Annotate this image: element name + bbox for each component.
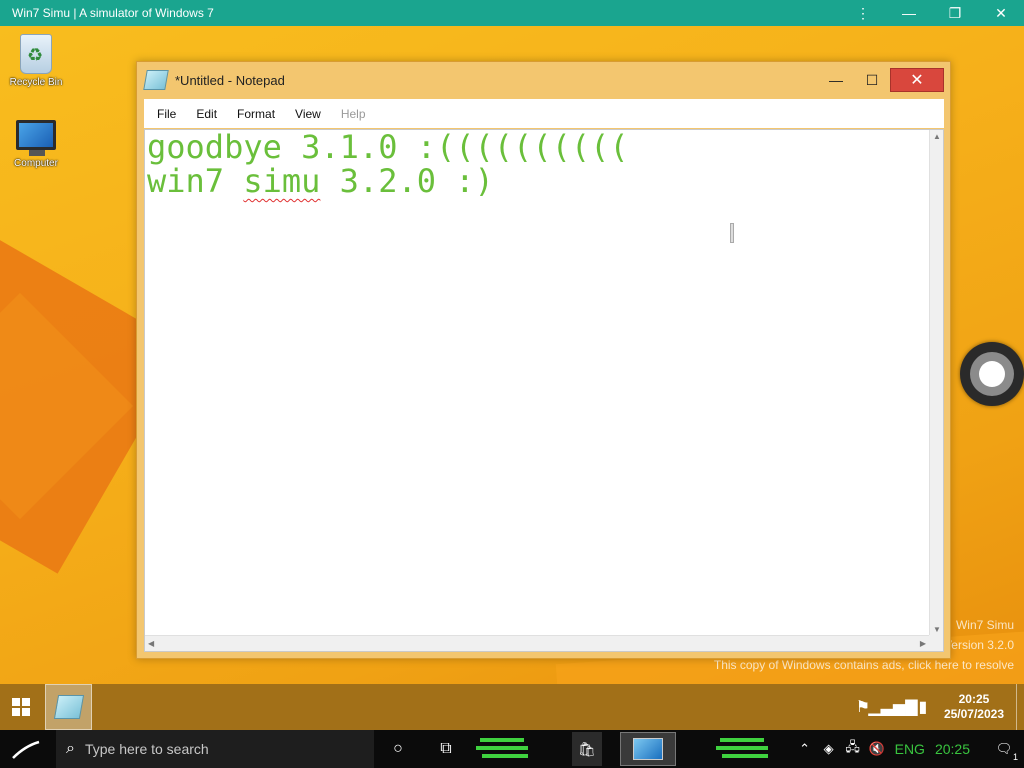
close-button[interactable]: ✕ bbox=[890, 68, 944, 92]
desktop-icon-label: Recycle Bin bbox=[9, 77, 63, 88]
text-line-2-start: win7 bbox=[147, 162, 244, 200]
watermark-title: Win7 Simu bbox=[955, 618, 1014, 632]
menu-file[interactable]: File bbox=[147, 107, 186, 121]
scroll-up-icon[interactable]: ▲ bbox=[933, 132, 941, 141]
notification-count: 1 bbox=[1012, 752, 1018, 762]
computer-icon bbox=[16, 120, 56, 156]
host-system-tray: ⌃ ◈ 🖧 🔇 ENG 20:25 🗨 1 bbox=[793, 730, 1024, 768]
system-tray: ⚑ ▁▃▅▇ ▮ 20:25 25/07/2023 bbox=[848, 684, 1024, 730]
text-line-1: goodbye 3.1.0 :(((((((((( bbox=[147, 130, 629, 166]
menu-format[interactable]: Format bbox=[227, 107, 285, 121]
task-view-icon[interactable]: ⧉ bbox=[432, 730, 460, 768]
search-icon: ⌕ bbox=[66, 740, 75, 757]
decor-lines-right bbox=[716, 736, 776, 762]
search-placeholder: Type here to search bbox=[84, 741, 209, 757]
watermark-version: Version 3.2.0 bbox=[943, 638, 1014, 652]
menu-help[interactable]: Help bbox=[331, 107, 376, 121]
scroll-left-icon[interactable]: ◀ bbox=[148, 639, 154, 648]
desktop-icon-recycle-bin[interactable]: Recycle Bin bbox=[0, 34, 72, 88]
taskbar-app-notepad[interactable] bbox=[45, 684, 92, 730]
host-clock[interactable]: 20:25 bbox=[931, 741, 984, 757]
clock-time: 20:25 bbox=[958, 692, 990, 706]
decor-lines-left bbox=[476, 736, 536, 762]
windows-logo-icon bbox=[12, 698, 30, 716]
menu-edit[interactable]: Edit bbox=[186, 107, 227, 121]
search-box[interactable]: ⌕ Type here to search bbox=[56, 730, 374, 768]
notification-center-icon[interactable]: 🗨 1 bbox=[984, 730, 1024, 768]
start-button[interactable] bbox=[0, 684, 42, 730]
text-editor[interactable]: goodbye 3.1.0 :(((((((((( win7 simu 3.2.… bbox=[144, 129, 944, 652]
network-icon[interactable]: 🖧 bbox=[841, 730, 865, 768]
watermark-activation-link[interactable]: This copy of Windows contains ads, click… bbox=[714, 658, 1014, 672]
minimize-icon[interactable]: — bbox=[886, 0, 932, 26]
clock-date: 25/07/2023 bbox=[943, 707, 1004, 721]
volume-muted-icon[interactable]: 🔇 bbox=[865, 730, 889, 768]
battery-icon[interactable]: ▮ bbox=[908, 684, 938, 730]
host-taskbar: ⌕ Type here to search ○ ⧉ 🛍 ⌃ ◈ 🖧 🔇 ENG … bbox=[0, 730, 1024, 768]
editor-text[interactable]: goodbye 3.1.0 :(((((((((( win7 simu 3.2.… bbox=[147, 130, 927, 636]
show-desktop-button[interactable] bbox=[1016, 684, 1024, 730]
brand-swoosh-icon bbox=[12, 740, 40, 759]
signal-icon[interactable]: ▁▃▅▇ bbox=[868, 684, 917, 730]
store-icon: 🛍 bbox=[578, 740, 596, 757]
scroll-corner bbox=[929, 635, 943, 651]
restore-icon[interactable]: ❐ bbox=[932, 0, 978, 26]
cortana-icon[interactable]: ○ bbox=[384, 730, 412, 768]
kebab-menu-icon[interactable]: ⋮ bbox=[840, 0, 886, 26]
notepad-title-bar[interactable]: *Untitled - Notepad — ☐ ✕ bbox=[137, 62, 950, 98]
armoury-icon[interactable]: ◈ bbox=[817, 730, 841, 768]
assistive-ring bbox=[970, 352, 1014, 396]
menu-view[interactable]: View bbox=[285, 107, 331, 121]
scroll-down-icon[interactable]: ▼ bbox=[933, 625, 941, 634]
recycle-bin-icon bbox=[20, 34, 52, 74]
misspelled-word: simu bbox=[243, 162, 321, 200]
host-title: Win7 Simu | A simulator of Windows 7 bbox=[12, 6, 214, 20]
show-hidden-icons-icon[interactable]: ⌃ bbox=[793, 730, 817, 768]
minimize-icon[interactable]: — bbox=[818, 68, 854, 92]
desktop-icon-label: Computer bbox=[14, 158, 58, 169]
taskbar-app-win7simu[interactable] bbox=[620, 732, 676, 766]
assistive-touch-button[interactable] bbox=[960, 342, 1024, 406]
simulated-taskbar: ⚑ ▁▃▅▇ ▮ 20:25 25/07/2023 bbox=[0, 684, 1024, 730]
text-line-2-end: 3.2.0 :) bbox=[320, 162, 494, 200]
close-icon[interactable]: ✕ bbox=[978, 0, 1024, 26]
notepad-window[interactable]: *Untitled - Notepad — ☐ ✕ File Edit Form… bbox=[136, 61, 951, 659]
win7simu-app-icon bbox=[633, 738, 663, 760]
start-button[interactable] bbox=[0, 730, 52, 768]
horizontal-scrollbar[interactable]: ◀ ▶ bbox=[145, 635, 929, 651]
clock[interactable]: 20:25 25/07/2023 bbox=[938, 692, 1016, 722]
ibeam-cursor bbox=[730, 223, 734, 243]
scroll-right-icon[interactable]: ▶ bbox=[920, 639, 926, 648]
vertical-scrollbar[interactable]: ▲ ▼ bbox=[929, 130, 943, 636]
notepad-icon bbox=[143, 70, 169, 90]
notepad-icon bbox=[53, 695, 84, 719]
notepad-title: *Untitled - Notepad bbox=[175, 72, 285, 88]
desktop-icon-computer[interactable]: Computer bbox=[0, 120, 72, 169]
assistive-core bbox=[979, 361, 1005, 387]
taskbar-app-store[interactable]: 🛍 bbox=[572, 732, 602, 766]
host-title-bar: Win7 Simu | A simulator of Windows 7 ⋮ —… bbox=[0, 0, 1024, 26]
menu-bar: File Edit Format View Help bbox=[144, 99, 944, 128]
maximize-icon[interactable]: ☐ bbox=[854, 68, 890, 92]
language-indicator[interactable]: ENG bbox=[889, 741, 931, 757]
